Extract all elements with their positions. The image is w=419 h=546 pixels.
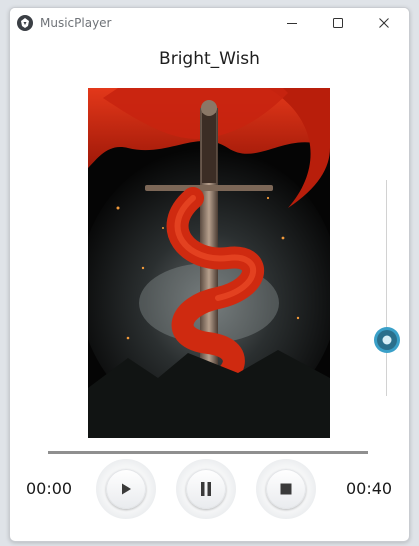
maximize-icon: [333, 18, 343, 28]
current-time: 00:00: [26, 479, 73, 498]
music-player-window: MusicPlayer Bright_Wish 00:00 00:40: [9, 7, 410, 542]
pause-button[interactable]: [176, 459, 236, 519]
stop-icon: [280, 483, 292, 495]
pause-icon: [201, 482, 211, 496]
close-icon: [379, 18, 389, 28]
volume-slider-knob[interactable]: [373, 326, 401, 354]
close-button[interactable]: [361, 8, 407, 38]
minimize-icon: [287, 23, 297, 24]
song-title: Bright_Wish: [159, 49, 260, 69]
total-time: 00:40: [346, 479, 393, 498]
progress-slider[interactable]: [48, 451, 368, 454]
title-bar[interactable]: MusicPlayer: [10, 8, 409, 38]
app-title: MusicPlayer: [40, 16, 112, 30]
album-cover-art: [79, 88, 339, 438]
app-logo-icon: [17, 15, 33, 31]
play-icon: [122, 483, 131, 495]
maximize-button[interactable]: [315, 8, 361, 38]
minimize-button[interactable]: [269, 8, 315, 38]
volume-slider-track[interactable]: [386, 180, 387, 396]
play-button[interactable]: [96, 459, 156, 519]
stop-button[interactable]: [256, 459, 316, 519]
